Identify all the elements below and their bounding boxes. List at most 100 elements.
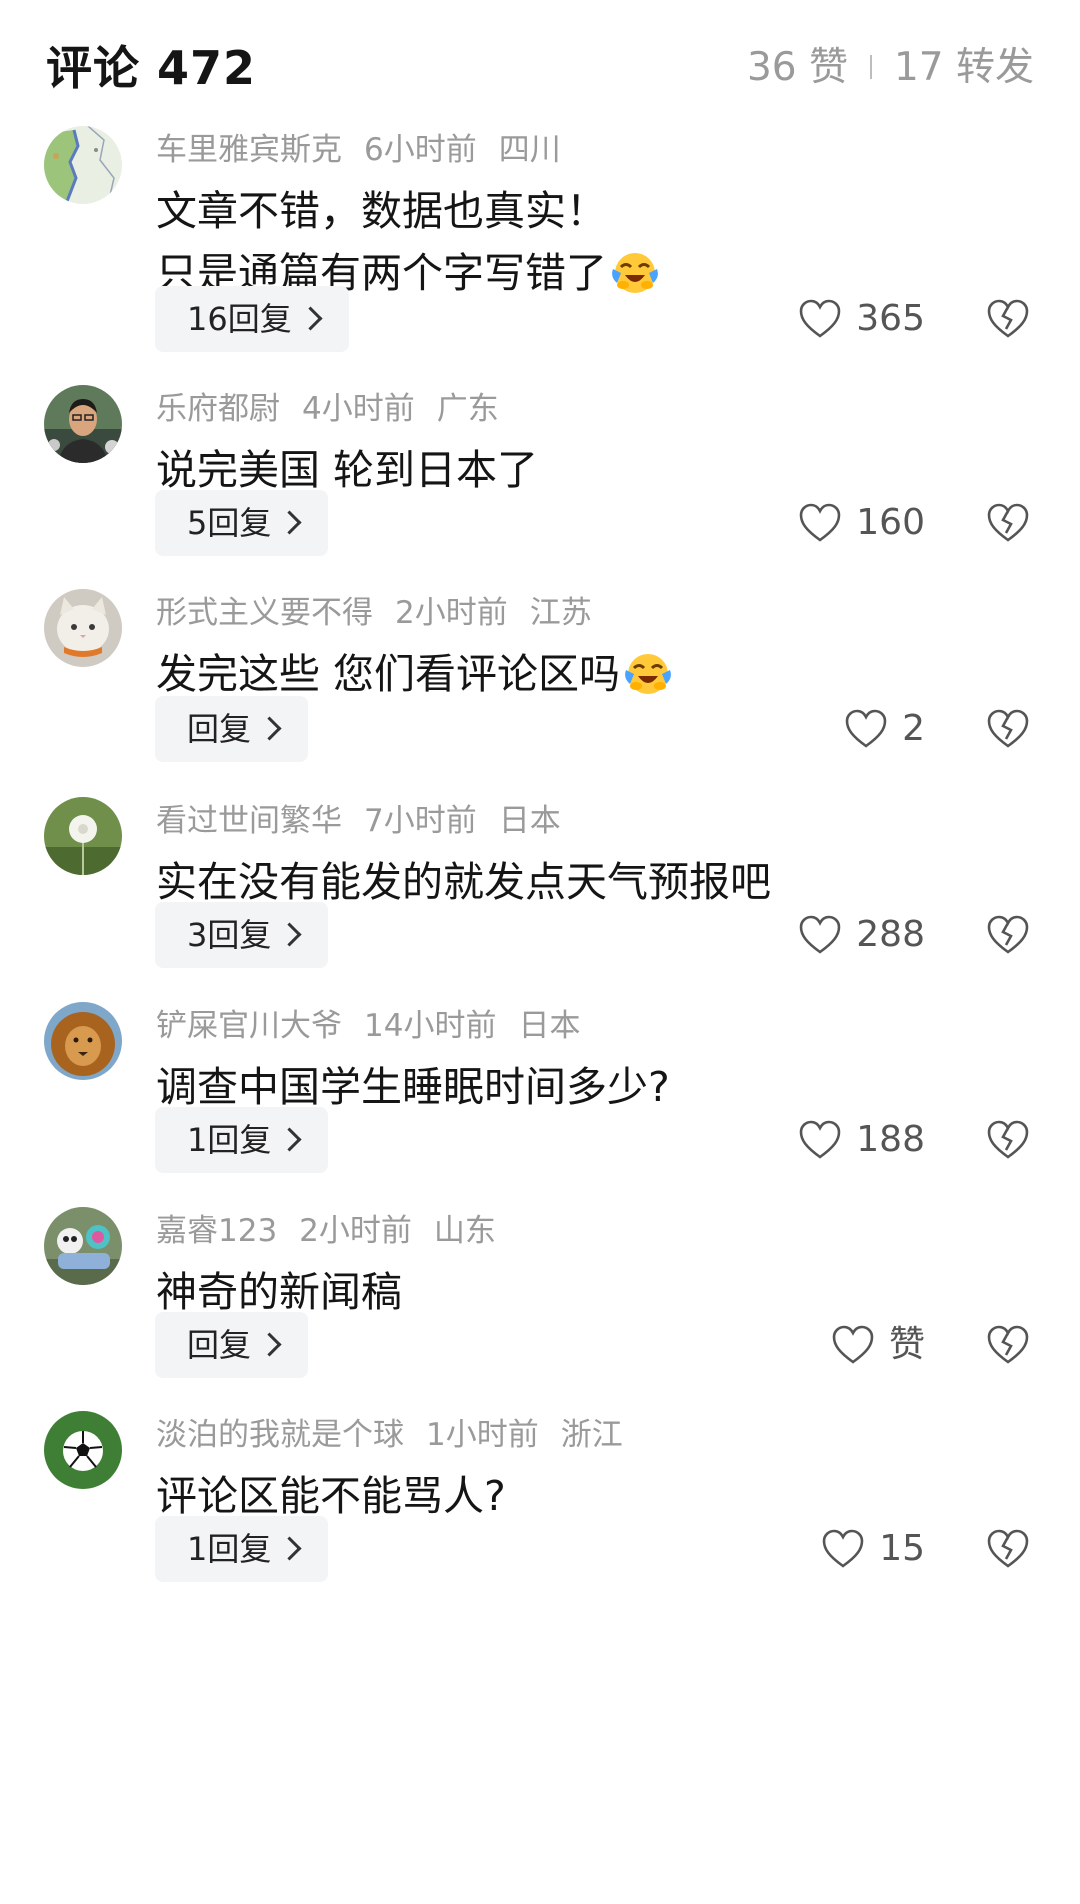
post-likes-count[interactable]: 36 赞 (747, 45, 848, 90)
heart-outline-icon (832, 1325, 874, 1364)
post-stats: 36 赞 17 转发 (747, 38, 1034, 98)
dislike-button[interactable] (986, 696, 1030, 762)
location: 山东 (433, 1213, 496, 1249)
location: 日本 (518, 1008, 581, 1044)
broken-heart-icon (987, 1529, 1029, 1568)
view-replies-button[interactable]: 5回复 (155, 490, 329, 556)
location: 江苏 (529, 595, 592, 631)
like-count: 15 (879, 1528, 925, 1569)
dislike-button[interactable] (986, 1516, 1030, 1582)
comment-line: 发完这些 您们看评论区吗 (156, 650, 621, 698)
broken-heart-icon (987, 299, 1029, 338)
comment-meta: 车里雅宾斯克 6小时前 四川 (156, 130, 583, 170)
like-count: 288 (856, 914, 925, 955)
heart-outline-icon (799, 915, 841, 954)
username[interactable]: 车里雅宾斯克 (156, 132, 342, 168)
chevron-right-icon (298, 306, 323, 331)
person-avatar-image (44, 385, 122, 463)
location: 广东 (436, 391, 499, 427)
like-button[interactable]: 赞 (831, 1312, 925, 1378)
username[interactable]: 乐府都尉 (156, 391, 280, 427)
heart-outline-icon (799, 299, 841, 338)
lion-avatar-image (44, 1002, 122, 1080)
dislike-button[interactable] (986, 902, 1030, 968)
laughing-crying-emoji-icon (622, 646, 674, 698)
timestamp: 4小时前 (302, 391, 415, 427)
username[interactable]: 嘉睿123 (156, 1213, 277, 1249)
map-avatar-image (44, 126, 122, 204)
reply-button[interactable]: 回复 (155, 1312, 309, 1378)
avatar[interactable] (44, 797, 122, 875)
post-shares-count[interactable]: 17 转发 (894, 45, 1034, 90)
chevron-right-icon (277, 1127, 302, 1152)
like-button[interactable]: 288 (798, 902, 925, 968)
timestamp: 1小时前 (426, 1417, 539, 1453)
view-replies-button[interactable]: 1回复 (155, 1107, 329, 1173)
like-button[interactable]: 188 (798, 1107, 925, 1173)
location: 四川 (498, 132, 561, 168)
view-replies-button[interactable]: 3回复 (155, 902, 329, 968)
chevron-right-icon (277, 922, 302, 947)
username[interactable]: 看过世间繁华 (156, 803, 342, 839)
stats-divider (869, 54, 872, 79)
chevron-right-icon (257, 716, 282, 741)
heart-outline-icon (799, 1120, 841, 1159)
avatar[interactable] (44, 1002, 122, 1080)
dandelion-avatar-image (44, 797, 122, 875)
comment-meta: 铲屎官川大爷 14小时前 日本 (156, 1006, 602, 1046)
avatar[interactable] (44, 1207, 122, 1285)
like-button[interactable]: 365 (798, 286, 925, 352)
username[interactable]: 形式主义要不得 (156, 595, 373, 631)
comments-screen: 评论 472 36 赞 17 转发 车里雅宾斯克 6小时前 四川 文章不错，数据也真实… (0, 0, 1080, 1904)
timestamp: 7小时前 (364, 803, 477, 839)
comments-header: 评论 472 36 赞 17 转发 (46, 38, 1034, 98)
dislike-button[interactable] (986, 1107, 1030, 1173)
laughing-crying-emoji-icon (609, 245, 661, 297)
view-replies-button[interactable]: 16回复 (155, 286, 349, 352)
chevron-right-icon (277, 510, 302, 535)
timestamp: 2小时前 (395, 595, 508, 631)
heart-outline-icon (799, 503, 841, 542)
heart-outline-icon (822, 1529, 864, 1568)
comment-meta: 看过世间繁华 7小时前 日本 (156, 801, 583, 841)
avatar[interactable] (44, 126, 122, 204)
cat-avatar-image (44, 589, 122, 667)
comment-meta: 形式主义要不得 2小时前 江苏 (156, 593, 614, 633)
timestamp: 2小时前 (299, 1213, 412, 1249)
dislike-button[interactable] (986, 1312, 1030, 1378)
comment-meta: 嘉睿123 2小时前 山东 (156, 1211, 518, 1251)
chevron-right-icon (277, 1536, 302, 1561)
comment-line: 文章不错，数据也真实！ (156, 187, 607, 235)
avatar[interactable] (44, 589, 122, 667)
username[interactable]: 铲屎官川大爷 (156, 1008, 342, 1044)
broken-heart-icon (987, 915, 1029, 954)
chevron-right-icon (257, 1332, 282, 1357)
dislike-button[interactable] (986, 490, 1030, 556)
like-button[interactable]: 2 (844, 696, 925, 762)
avatar[interactable] (44, 1411, 122, 1489)
broken-heart-icon (987, 503, 1029, 542)
like-count: 160 (856, 502, 925, 543)
avatar[interactable] (44, 385, 122, 463)
like-count: 188 (856, 1119, 925, 1160)
timestamp: 14小时前 (364, 1008, 497, 1044)
dislike-button[interactable] (986, 286, 1030, 352)
broken-heart-icon (987, 1325, 1029, 1364)
like-count: 2 (902, 708, 925, 749)
comments-count-title: 评论 472 (46, 41, 257, 95)
location: 浙江 (560, 1417, 623, 1453)
toys-avatar-image (44, 1207, 122, 1285)
comment-meta: 乐府都尉 4小时前 广东 (156, 389, 521, 429)
username[interactable]: 淡泊的我就是个球 (156, 1417, 404, 1453)
like-button[interactable]: 160 (798, 490, 925, 556)
view-replies-button[interactable]: 1回复 (155, 1516, 329, 1582)
soccer-ball-avatar-image (44, 1411, 122, 1489)
like-button[interactable]: 15 (821, 1516, 925, 1582)
timestamp: 6小时前 (364, 132, 477, 168)
broken-heart-icon (987, 709, 1029, 748)
reply-button[interactable]: 回复 (155, 696, 309, 762)
heart-outline-icon (845, 709, 887, 748)
broken-heart-icon (987, 1120, 1029, 1159)
like-count: 365 (856, 298, 925, 339)
like-count: 赞 (888, 1324, 925, 1365)
